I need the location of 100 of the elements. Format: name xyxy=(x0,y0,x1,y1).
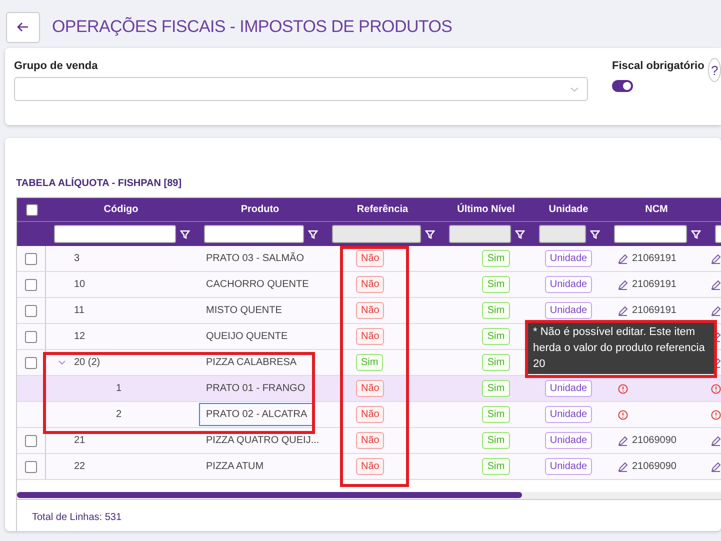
last-level-tag: Sim xyxy=(482,250,510,267)
product-cell-text: PIZZA CALABRESA xyxy=(205,356,298,370)
error-icon xyxy=(618,410,628,420)
pencil-icon[interactable] xyxy=(618,280,628,290)
pencil-icon[interactable] xyxy=(711,280,721,290)
back-arrow-icon xyxy=(17,22,29,32)
reference-tag: Não xyxy=(356,276,384,293)
scrollbar-thumb[interactable] xyxy=(17,492,522,498)
unit-tag[interactable]: Unidade xyxy=(544,276,592,293)
checkbox[interactable] xyxy=(25,252,37,264)
last-level-tag: Sim xyxy=(482,276,510,293)
product-cell-text: MISTO QUENTE xyxy=(205,304,283,318)
code-cell: 21 xyxy=(74,435,86,446)
pencil-icon[interactable] xyxy=(711,306,721,316)
filter-icon[interactable] xyxy=(515,230,525,238)
column-header[interactable]: Unidade xyxy=(531,204,606,215)
product-cell: PRATO 02 - ALCATRA xyxy=(199,403,314,426)
product-cell-text: QUEIJO QUENTE xyxy=(205,330,289,344)
reference-tag: Sim xyxy=(356,354,384,371)
pencil-icon[interactable] xyxy=(711,462,721,472)
column-header[interactable]: NCM xyxy=(606,204,707,215)
checkbox[interactable] xyxy=(25,460,37,472)
ncm-code: 21069191 xyxy=(632,279,676,290)
error-icon xyxy=(711,384,721,394)
pencil-icon[interactable] xyxy=(618,306,628,316)
checkbox[interactable] xyxy=(25,434,37,446)
filter-icon[interactable] xyxy=(691,230,701,238)
field-label: Fiscal obrigatório xyxy=(612,60,704,72)
code-cell: 22 xyxy=(74,461,86,472)
column-header[interactable]: Referência xyxy=(324,204,441,215)
reference-tag: Não xyxy=(356,380,384,397)
filter-icon[interactable] xyxy=(308,230,318,238)
page-title: OPERAÇÕES FISCAIS - IMPOSTOS DE PRODUTOS xyxy=(52,17,452,37)
help-button[interactable]: ? xyxy=(708,58,721,82)
unit-tag[interactable]: Unidade xyxy=(544,406,592,423)
product-cell-text: PIZZA ATUM xyxy=(205,460,265,474)
checkbox[interactable] xyxy=(25,278,37,290)
filter-field[interactable] xyxy=(614,225,687,243)
table-row[interactable]: 2 PRATO 02 - ALCATRA Não Sim Unidade xyxy=(17,402,721,428)
product-cell-text: PRATO 01 - FRANGO xyxy=(205,382,306,396)
last-level-tag: Sim xyxy=(482,406,510,423)
code-cell: 1 xyxy=(116,383,122,394)
checkbox[interactable] xyxy=(26,204,38,216)
unit-tag[interactable]: Unidade xyxy=(544,250,592,267)
ncm-code: 21069191 xyxy=(632,305,676,316)
product-cell-text: CACHORRO QUENTE xyxy=(205,278,310,292)
checkbox[interactable] xyxy=(25,330,37,342)
checkbox[interactable] xyxy=(25,356,37,368)
error-icon xyxy=(711,410,721,420)
last-level-tag: Sim xyxy=(482,458,510,475)
last-level-tag: Sim xyxy=(482,380,510,397)
unit-tag[interactable]: Unidade xyxy=(544,380,592,397)
code-cell: 11 xyxy=(74,305,84,316)
column-header[interactable]: Código xyxy=(46,204,196,215)
tooltip: * Não é possível editar. Este item herda o valor do produto referencia 20 xyxy=(527,322,715,374)
code-cell: 3 xyxy=(74,253,80,264)
error-icon xyxy=(618,384,628,394)
column-header[interactable]: Último Nível xyxy=(441,204,531,215)
filter-field[interactable] xyxy=(204,225,304,243)
fiscal-toggle[interactable] xyxy=(612,80,633,92)
pencil-icon[interactable] xyxy=(618,462,628,472)
last-level-tag: Sim xyxy=(482,302,510,319)
reference-tag: Não xyxy=(356,406,384,423)
table-row[interactable]: 1 PRATO 01 - FRANGO Não Sim Unidade xyxy=(17,376,721,402)
ncm-code: 21069191 xyxy=(632,253,676,264)
last-level-tag: Sim xyxy=(482,328,510,345)
chevron-down-icon[interactable] xyxy=(58,360,66,365)
unit-tag[interactable]: Unidade xyxy=(544,432,592,449)
product-cell-text: PIZZA QUATRO QUEIJ... xyxy=(205,434,320,448)
last-level-tag: Sim xyxy=(482,354,510,371)
reference-tag: Não xyxy=(356,432,384,449)
code-cell: 12 xyxy=(74,331,86,342)
reference-tag: Não xyxy=(356,458,384,475)
table-title: TABELA ALÍQUOTA - FISHPAN [89] xyxy=(16,178,183,189)
chevron-down-icon xyxy=(570,86,579,92)
filter-icon[interactable] xyxy=(425,230,435,238)
ncm-code: 21069090 xyxy=(632,435,676,446)
reference-tag: Não xyxy=(356,250,384,267)
pencil-icon[interactable] xyxy=(711,254,721,264)
column-header[interactable]: Produto xyxy=(196,204,324,215)
pencil-icon[interactable] xyxy=(618,436,628,446)
filter-field[interactable] xyxy=(54,225,176,243)
row-total: Total de Linhas: 531 xyxy=(32,512,122,523)
checkbox[interactable] xyxy=(25,304,37,316)
pencil-icon[interactable] xyxy=(618,254,628,264)
code-cell: 10 xyxy=(74,279,86,290)
field-label: Grupo de venda xyxy=(14,60,99,72)
reference-tag: Não xyxy=(356,302,384,319)
pencil-icon[interactable] xyxy=(711,436,721,446)
unit-tag[interactable]: Unidade xyxy=(544,458,592,475)
unit-tag[interactable]: Unidade xyxy=(544,302,592,319)
code-cell: 2 xyxy=(116,409,122,420)
code-cell: 20 (2) xyxy=(74,357,100,368)
last-level-tag: Sim xyxy=(482,432,510,449)
product-cell-text: PRATO 03 - SALMÃO xyxy=(205,251,305,266)
filter-icon[interactable] xyxy=(590,230,600,238)
filter-icon[interactable] xyxy=(180,230,190,238)
ncm-code: 21069090 xyxy=(632,461,676,472)
back-button[interactable] xyxy=(6,12,40,42)
reference-tag: Não xyxy=(356,328,384,345)
